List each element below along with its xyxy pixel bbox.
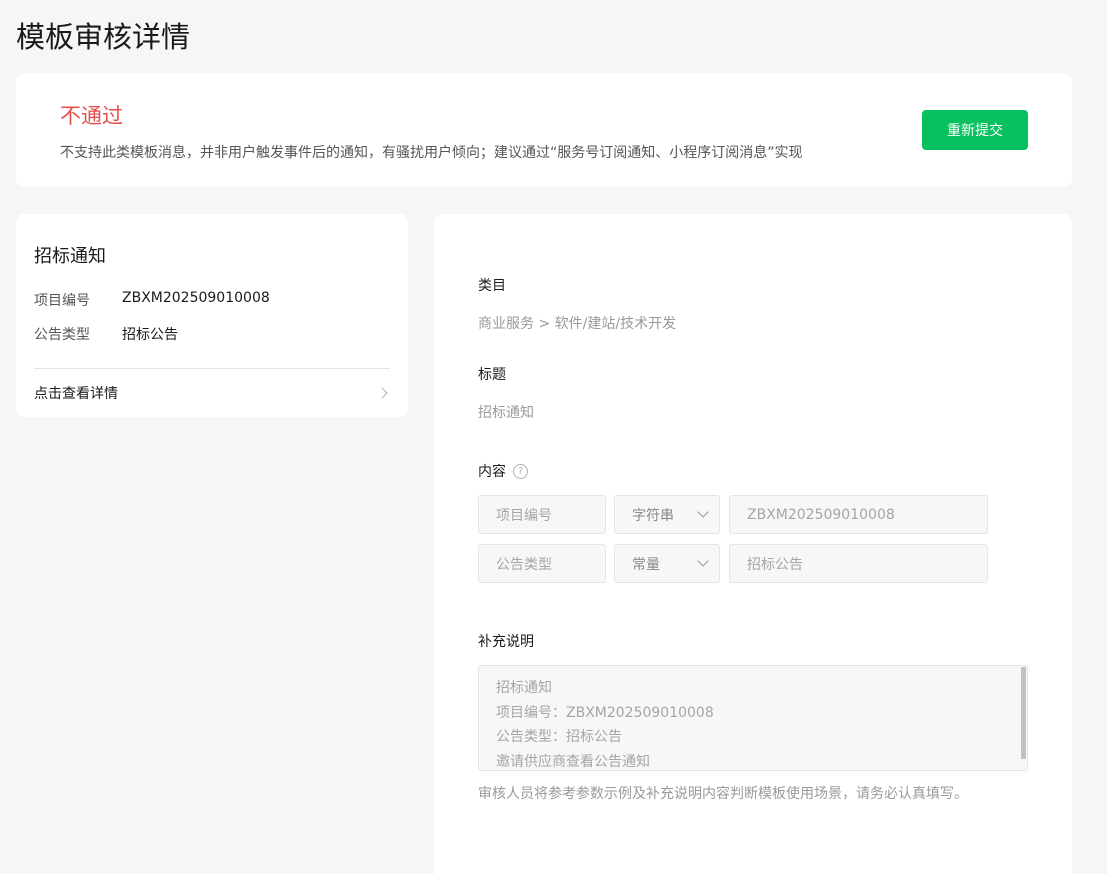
title-label: 标题: [478, 367, 506, 383]
preview-row-key: 项目编号: [34, 293, 90, 309]
note-line: 邀请供应商查看公告通知: [496, 753, 650, 770]
page-title: 模板审核详情: [16, 20, 191, 54]
status-title: 不通过: [60, 104, 123, 128]
template-detail-card: 类目 商业服务 > 软件/建站/技术开发 标题 招标通知 内容 ? 项目编号 字…: [434, 214, 1072, 874]
title-value: 招标通知: [478, 405, 534, 421]
content-label: 内容 ?: [478, 461, 528, 481]
note-tip: 审核人员将参考参数示例及补充说明内容判断模板使用场景，请务必认真填写。: [478, 786, 968, 802]
preview-row: 项目编号 ZBXM202509010008: [34, 290, 270, 310]
param-type-value: 常量: [632, 556, 660, 573]
param-type-select[interactable]: 常量: [614, 544, 720, 583]
view-details-label: 点击查看详情: [34, 386, 118, 402]
preview-row-value: ZBXM202509010008: [122, 290, 270, 306]
param-type-value: 字符串: [632, 507, 674, 524]
chevron-down-icon: [697, 555, 709, 567]
content-label-text: 内容: [478, 464, 506, 480]
chevron-right-icon: [376, 387, 388, 399]
preview-title: 招标通知: [34, 246, 106, 267]
help-icon[interactable]: ?: [513, 463, 528, 479]
note-scrollbar[interactable]: [1021, 667, 1026, 759]
preview-row-value: 招标公告: [122, 327, 178, 343]
param-example-field[interactable]: 招标公告: [729, 544, 988, 583]
template-preview-card: 招标通知 项目编号 ZBXM202509010008 公告类型 招标公告 点击查…: [16, 214, 408, 417]
view-details-link[interactable]: 点击查看详情: [34, 369, 390, 417]
note-line: 公告类型：招标公告: [496, 729, 622, 745]
preview-row: 公告类型 招标公告: [34, 324, 178, 344]
resubmit-button[interactable]: 重新提交: [922, 110, 1028, 150]
param-type-select[interactable]: 字符串: [614, 495, 720, 534]
category-label: 类目: [478, 278, 506, 294]
note-line: 招标通知: [496, 680, 552, 696]
rejection-reason: 不支持此类模板消息，并非用户触发事件后的通知，有骚扰用户倾向；建议通过“服务号订…: [60, 145, 803, 161]
note-textarea[interactable]: 招标通知 项目编号：ZBXM202509010008 公告类型：招标公告 邀请供…: [478, 665, 1028, 771]
review-status-card: 不通过 不支持此类模板消息，并非用户触发事件后的通知，有骚扰用户倾向；建议通过“…: [16, 73, 1072, 187]
category-value: 商业服务 > 软件/建站/技术开发: [478, 316, 677, 332]
note-label: 补充说明: [478, 634, 534, 650]
param-name-field[interactable]: 公告类型: [478, 544, 606, 583]
note-line: 项目编号：ZBXM202509010008: [496, 704, 714, 721]
preview-row-key: 公告类型: [34, 327, 90, 343]
param-example-field[interactable]: ZBXM202509010008: [729, 495, 988, 534]
param-name-field[interactable]: 项目编号: [478, 495, 606, 534]
chevron-down-icon: [697, 506, 709, 518]
